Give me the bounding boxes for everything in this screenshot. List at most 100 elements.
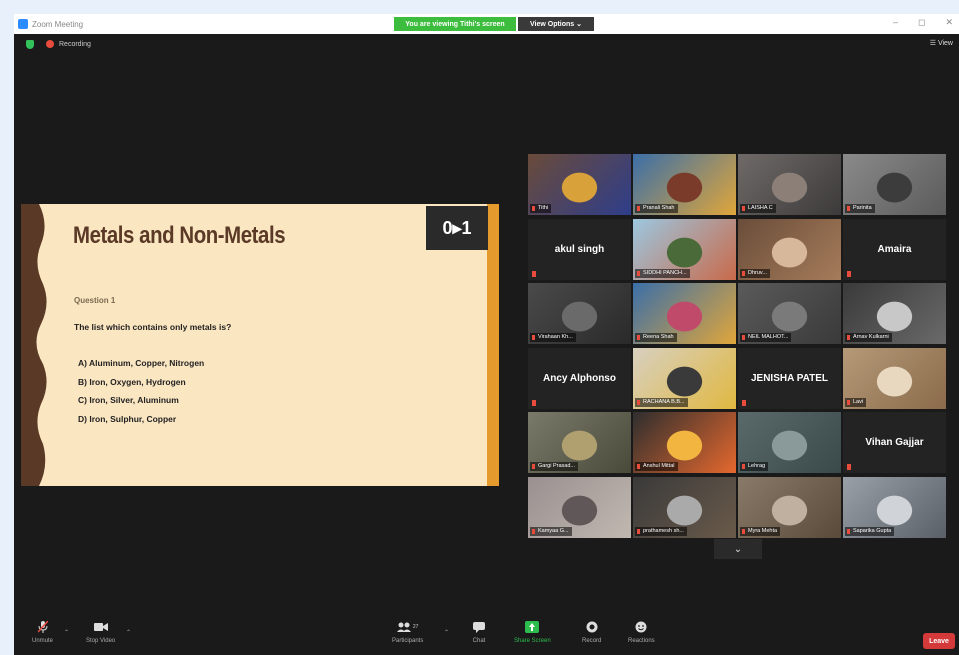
participant-tile[interactable]: Parinita (843, 154, 946, 215)
participant-tile[interactable]: akul singh (528, 218, 631, 280)
participant-tile[interactable]: Dhruv... (738, 218, 841, 280)
quiz-logo: 0▸1 (426, 206, 488, 250)
record-icon (585, 621, 599, 633)
participant-tile[interactable]: Lehrag (738, 412, 841, 473)
participant-name: Reena Shah (635, 333, 677, 342)
participant-name: NEIL MALHOT... (740, 333, 792, 342)
maximize-icon[interactable]: ◻ (918, 17, 925, 28)
participant-name: Arnav Kulkarni (845, 333, 892, 342)
chat-button[interactable]: Chat (472, 621, 486, 644)
participant-tile[interactable]: Lavi (843, 347, 946, 409)
view-button[interactable]: ☰ View (930, 39, 953, 47)
slide-wave-decoration (21, 204, 47, 486)
participant-name: Lavi (845, 397, 867, 407)
stop-video-button[interactable]: Stop Video (86, 621, 115, 644)
gallery-next-page-button[interactable]: ⌄ (714, 539, 762, 559)
muted-mic-icon (847, 270, 851, 277)
participant-tile[interactable]: SIDDHI PANCH... (633, 218, 736, 280)
participants-count: 27 (412, 624, 419, 630)
participant-name: Gargi Prasad... (530, 462, 578, 471)
participant-name: JENISHA PATEL (750, 372, 829, 384)
participants-icon: 27 (395, 621, 421, 633)
view-options-button[interactable]: View Options ⌄ (518, 17, 594, 31)
record-label: Record (582, 638, 602, 644)
meeting-toolbar: Unmute ⌃ Stop Video ⌃ 27 Participants ⌃ … (14, 617, 959, 655)
zoom-app-icon (18, 19, 28, 29)
share-screen-label: Share Screen (514, 638, 551, 644)
participant-gallery: Tithi Pranali Shah LAISHA C Parinita akul si… (528, 154, 948, 538)
share-screen-icon (525, 621, 540, 633)
window-title: Zoom Meeting (32, 19, 84, 29)
participant-tile[interactable]: Tithi (528, 154, 631, 215)
participant-name: Ancy Alphonso (543, 372, 616, 384)
recording-icon (46, 40, 54, 48)
chat-label: Chat (472, 638, 486, 644)
muted-mic-icon (847, 464, 851, 470)
option-c: C) Iron, Silver, Aluminum (78, 395, 179, 405)
participant-name: Kamyaa G... (530, 526, 572, 536)
participant-name: Saparika Gupta (845, 526, 895, 536)
muted-mic-icon (36, 621, 50, 633)
participant-tile[interactable]: Reena Shah (633, 283, 736, 344)
minimize-icon[interactable]: – (893, 17, 898, 28)
stop-video-label: Stop Video (86, 638, 116, 644)
participant-name: Parinita (845, 204, 875, 213)
participant-tile[interactable]: Arnav Kulkarni (843, 283, 946, 344)
participants-label: Participants (392, 638, 424, 644)
participant-tile[interactable]: Gargi Prasad... (528, 412, 631, 473)
zoom-window: Zoom Meeting You are viewing Tithi's scr… (14, 14, 959, 655)
participant-tile[interactable]: Saparika Gupta (843, 476, 946, 538)
participants-button[interactable]: 27 Participants (392, 621, 423, 644)
participant-name: Amaira (877, 243, 912, 255)
muted-mic-icon (532, 270, 536, 277)
participant-tile[interactable]: Myra Mehta (738, 476, 841, 538)
slide-title: Metals and Non-Metals (73, 222, 286, 249)
participant-name: prathamesh sh... (635, 526, 687, 536)
leave-button[interactable]: Leave (923, 633, 955, 649)
audio-options-caret[interactable]: ⌃ (64, 629, 69, 636)
participant-name: Pranali Shah (635, 204, 678, 213)
participant-name: SIDDHI PANCH... (635, 268, 690, 278)
participant-tile[interactable]: Kamyaa G... (528, 476, 631, 538)
reactions-button[interactable]: Reactions (628, 621, 655, 644)
option-b: B) Iron, Oxygen, Hydrogen (78, 376, 186, 387)
share-screen-button[interactable]: Share Screen (514, 621, 551, 644)
meeting-status-strip: Recording ☰ View (14, 34, 959, 54)
participant-tile[interactable]: Vihan Gajjar (843, 412, 946, 473)
security-shield-icon[interactable] (26, 39, 34, 49)
participant-name: RACHANA B.B... (635, 397, 688, 407)
participant-tile[interactable]: Virahaan Kh... (528, 283, 631, 344)
record-button[interactable]: Record (582, 621, 601, 644)
participant-name: Anshul Mittal (635, 462, 678, 471)
video-camera-icon (93, 621, 108, 633)
muted-mic-icon (532, 399, 536, 406)
participant-name: Lehrag (740, 462, 769, 471)
slide-side-bar (487, 204, 499, 486)
participant-tile[interactable]: prathamesh sh... (633, 476, 736, 538)
option-a: A) Aluminum, Copper, Nitrogen (78, 358, 205, 368)
participants-options-caret[interactable]: ⌃ (444, 629, 449, 636)
participant-tile[interactable]: RACHANA B.B... (633, 347, 736, 409)
participant-tile[interactable]: Pranali Shah (633, 154, 736, 215)
shared-slide: Metals and Non-Metals 0▸1 Question 1 The… (21, 204, 499, 486)
participant-name: akul singh (554, 243, 605, 255)
participant-name: Dhruv... (740, 268, 770, 278)
chevron-down-icon: ⌄ (733, 543, 743, 555)
close-icon[interactable]: ✕ (945, 17, 953, 28)
window-controls: – ◻ ✕ (893, 17, 953, 28)
participant-tile[interactable]: LAISHA C (738, 154, 841, 215)
unmute-button[interactable]: Unmute (32, 621, 53, 644)
participant-tile[interactable]: Anshul Mittal (633, 412, 736, 473)
participant-name: Myra Mehta (740, 526, 781, 536)
viewing-screen-banner: You are viewing Tithi's screen (394, 17, 516, 31)
participant-tile[interactable]: JENISHA PATEL (738, 347, 841, 409)
participant-tile[interactable]: Ancy Alphonso (528, 347, 631, 409)
question-text: The list which contains only metals is? (74, 322, 232, 332)
title-bar: Zoom Meeting You are viewing Tithi's scr… (14, 14, 959, 34)
video-options-caret[interactable]: ⌃ (126, 629, 131, 636)
participant-name: LAISHA C (740, 204, 776, 213)
recording-label: Recording (59, 40, 91, 48)
reactions-smiley-icon (634, 621, 648, 633)
participant-tile[interactable]: NEIL MALHOT... (738, 283, 841, 344)
participant-tile[interactable]: Amaira (843, 218, 946, 280)
